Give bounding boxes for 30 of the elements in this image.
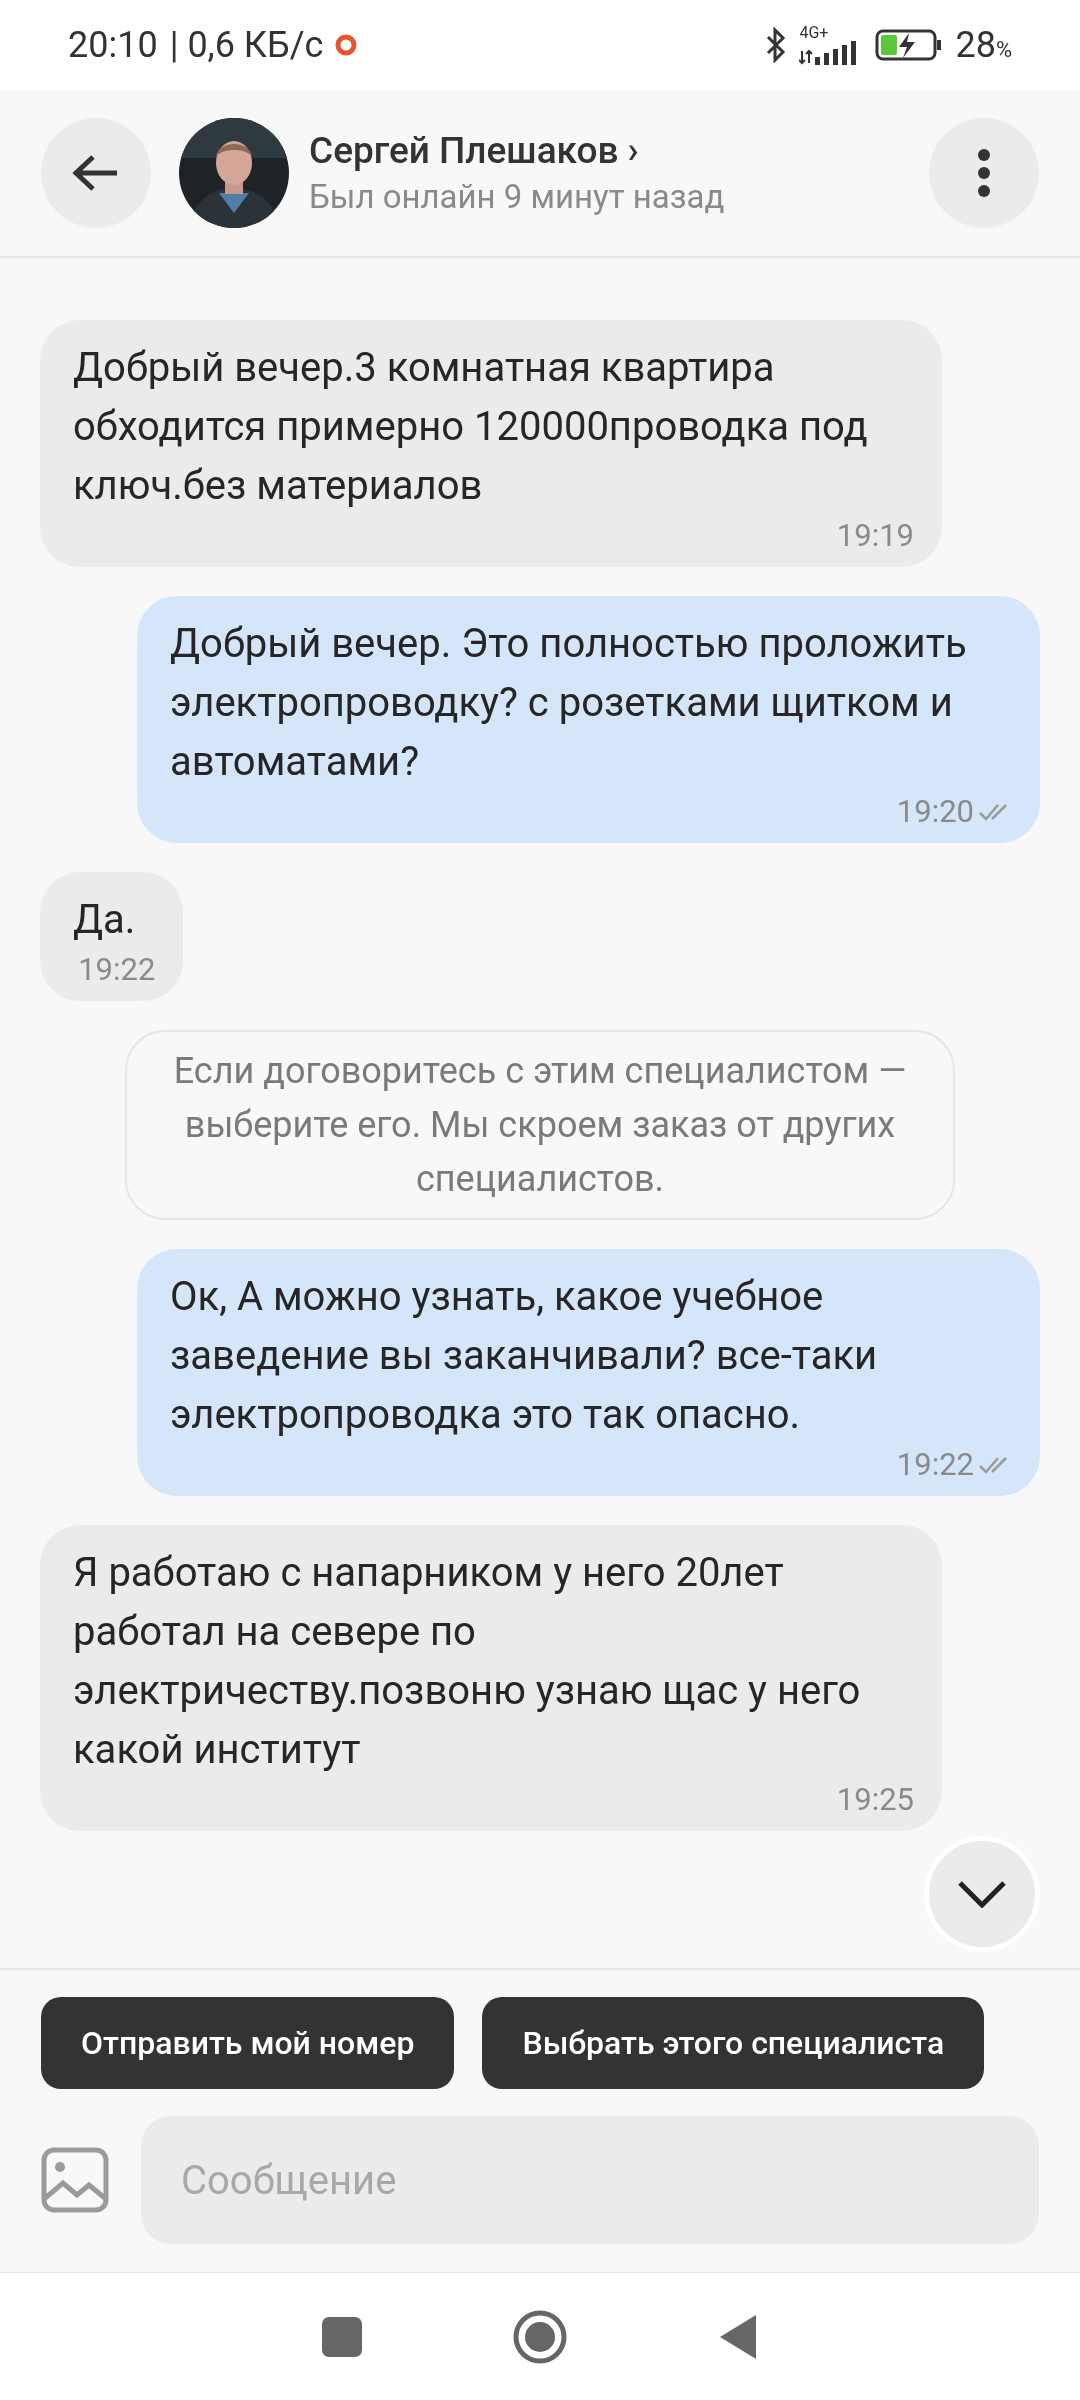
message-text: Ок, А можно узнать, какое учебное заведение вы заканчивали? все-таки электропроводка это так опасно. <box>170 1272 879 1440</box>
network-speed: | 0,6 КБ/с <box>169 23 324 68</box>
image-icon <box>41 2147 109 2213</box>
message-time: 19:22 <box>78 950 156 990</box>
chevron-down-icon <box>957 1880 1007 1908</box>
bluetooth-icon <box>765 27 788 63</box>
notice-card: Если договоритесь с этим специалистом — выберите его. Мы скроем заказ от других специалистов. <box>125 1030 955 1220</box>
battery-unit: % <box>995 36 1012 64</box>
message-time: 19:20 <box>896 792 974 832</box>
contact-status: Был онлайн 9 минут назад <box>309 176 726 218</box>
action-button[interactable]: Отправить мой номер <box>41 1997 455 2089</box>
message-time: 19:25 <box>836 1780 914 1820</box>
network-type: 4G+ <box>799 25 829 41</box>
contact-name[interactable]: Сергей Плешаков › <box>309 127 929 175</box>
ring-icon <box>335 34 358 56</box>
message-text: Я работаю с напарником у него 20лет работал на севере по электричеству.позвоню узнаю щас у него какой институт <box>73 1548 862 1775</box>
message-text: Добрый вечер.3 комнатная квартира обходится примерно 120000проводка под ключ.без материалов <box>73 343 869 511</box>
message-time: 19:22 <box>896 1445 974 1485</box>
message-text: Добрый вечер. Это полностью проложить электропроводку? с розетками щитком и автоматами? <box>170 619 968 787</box>
battery-charging-icon <box>875 28 944 62</box>
more-icon <box>977 148 991 198</box>
battery-level: 28 <box>955 23 996 68</box>
status-time: 20:10 <box>68 23 158 68</box>
message-input[interactable]: Сообщение <box>141 2116 1039 2244</box>
recents-icon[interactable] <box>322 2316 362 2357</box>
message-time: 19:19 <box>836 516 914 556</box>
action-button[interactable]: Выбрать этого специалиста <box>482 1997 985 2089</box>
home-icon[interactable] <box>512 2308 568 2365</box>
message-text: Да. <box>73 895 137 945</box>
back-icon[interactable] <box>718 2312 758 2361</box>
